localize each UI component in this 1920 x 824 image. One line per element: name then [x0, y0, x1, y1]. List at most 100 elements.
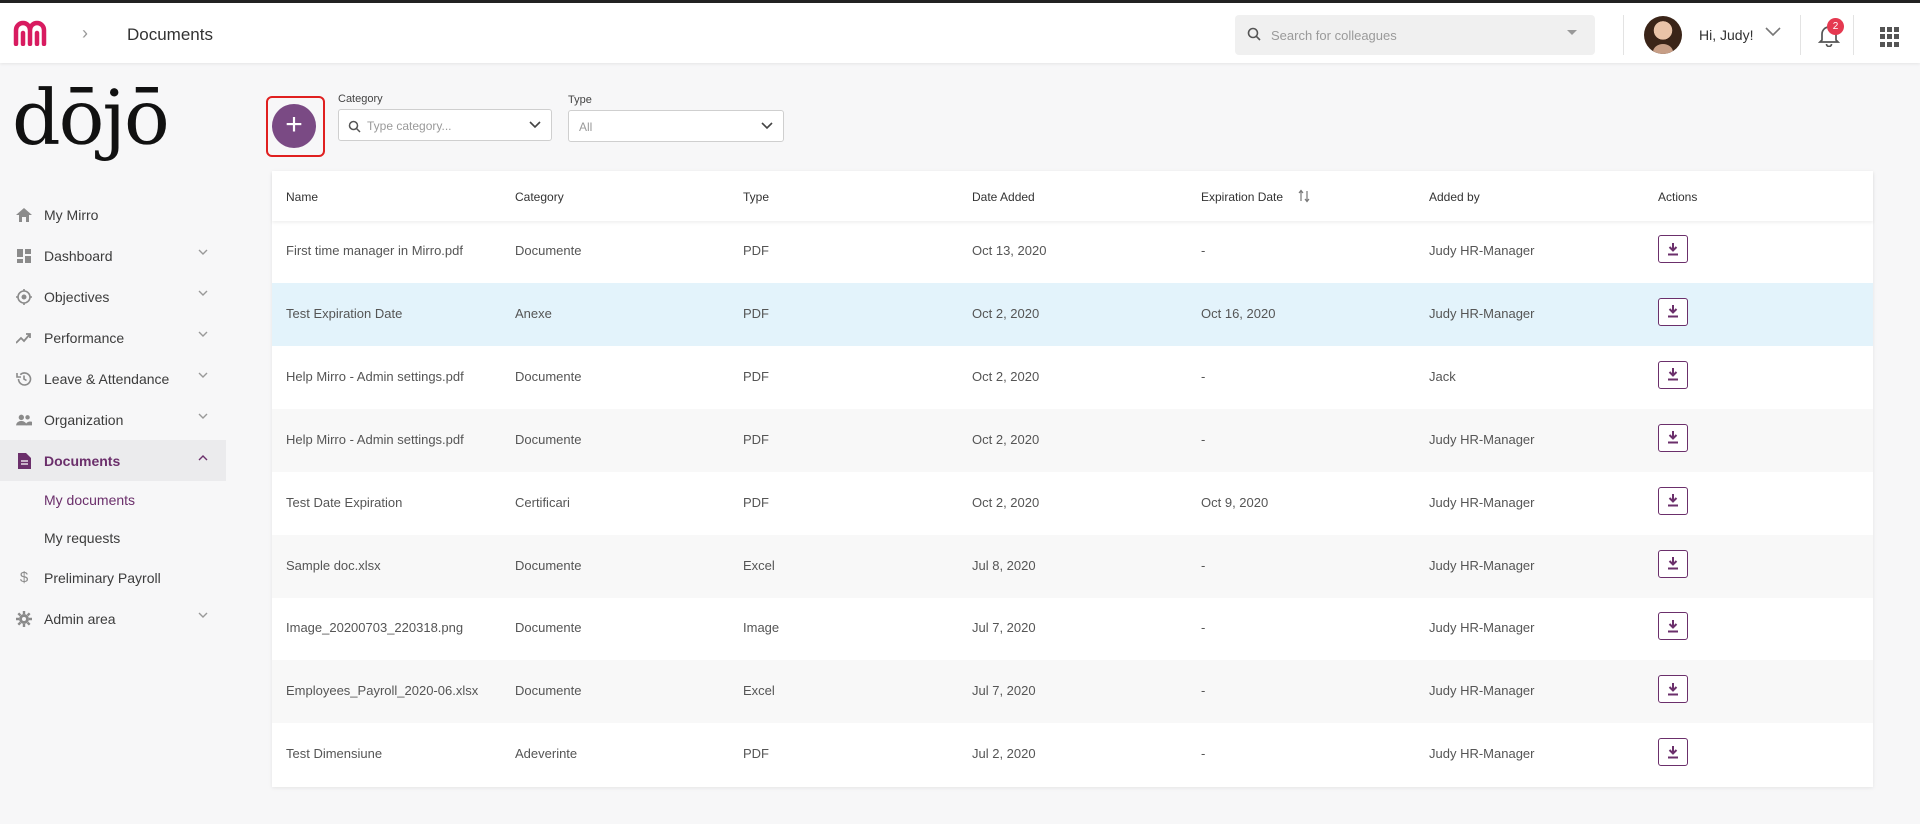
sidebar-subitem-my-documents[interactable]: My documents — [0, 481, 226, 519]
category-label: Category — [338, 93, 383, 105]
sidebar-item-label: Performance — [44, 329, 125, 346]
category-filter[interactable]: Type category... — [338, 109, 552, 141]
chevron-down-icon — [198, 413, 208, 419]
chevron-down-icon[interactable] — [529, 121, 541, 129]
table-header: Name Category Type Date Added Expiration… — [272, 171, 1873, 221]
cell-date-added: Oct 2, 2020 — [972, 431, 1040, 447]
column-header-expiration-date[interactable]: Expiration Date — [1201, 190, 1283, 204]
cell-type: PDF — [743, 746, 769, 762]
add-document-button[interactable]: + — [272, 104, 316, 148]
cell-type: PDF — [743, 431, 769, 447]
caret-down-icon[interactable] — [1567, 29, 1577, 37]
table-row[interactable]: Employees_Payroll_2020-06.xlsx Documente E… — [272, 660, 1873, 724]
download-button[interactable] — [1658, 360, 1688, 389]
download-button[interactable] — [1658, 612, 1688, 641]
sidebar-item-objectives[interactable]: Objectives — [0, 276, 226, 317]
cell-date-added: Oct 2, 2020 — [972, 305, 1040, 321]
chevron-down-icon[interactable] — [1765, 27, 1781, 37]
download-button[interactable] — [1658, 675, 1688, 704]
sidebar-nav: My Mirro Dashboard Objectives Performanc… — [0, 194, 226, 639]
app-logo-icon[interactable] — [13, 20, 49, 46]
brand-logo: dōjō — [12, 73, 170, 162]
table-row[interactable]: Sample doc.xlsx Documente Excel Jul 8, 2020… — [272, 534, 1873, 598]
download-button[interactable] — [1658, 423, 1688, 452]
cell-date-added: Jul 8, 2020 — [972, 557, 1036, 573]
gear-icon — [16, 610, 32, 627]
sidebar-item-label: Preliminary Payroll — [44, 569, 161, 586]
sidebar-item-label: Objectives — [44, 288, 110, 305]
column-header-added-by[interactable]: Added by — [1429, 190, 1480, 204]
table-row[interactable]: Image_20200703_220318.png Documente Image J… — [272, 597, 1873, 660]
cell-type: Excel — [743, 683, 775, 699]
cell-expiration-date: - — [1201, 683, 1206, 699]
column-header-date-added[interactable]: Date Added — [972, 190, 1035, 204]
document-icon — [16, 452, 32, 469]
cell-added-by: Judy HR-Manager — [1429, 243, 1535, 258]
documents-table: Name Category Type Date Added Expiration… — [272, 171, 1873, 787]
cell-name: Help Mirro - Admin settings.pdf — [286, 368, 464, 384]
cell-added-by: Judy HR-Manager — [1429, 557, 1535, 573]
target-icon — [16, 288, 32, 305]
cell-category: Documente — [515, 243, 582, 258]
cell-date-added: Oct 2, 2020 — [972, 494, 1040, 510]
cell-added-by: Judy HR-Manager — [1429, 305, 1535, 321]
sidebar-item-organization[interactable]: Organization — [0, 399, 226, 440]
cell-name: Image_20200703_220318.png — [286, 620, 464, 636]
avatar[interactable] — [1644, 16, 1682, 54]
notification-badge: 2 — [1827, 18, 1844, 35]
sidebar-item-dashboard[interactable]: Dashboard — [0, 235, 226, 276]
sidebar-item-label: My Mirro — [44, 206, 99, 223]
cell-added-by: Judy HR-Manager — [1429, 683, 1535, 699]
sidebar-item-label: Dashboard — [44, 247, 113, 264]
table-row[interactable]: Help Mirro - Admin settings.pdf Documente… — [272, 346, 1873, 409]
cell-type: PDF — [743, 494, 769, 510]
cell-name: Sample doc.xlsx — [286, 557, 381, 573]
cell-date-added: Jul 2, 2020 — [972, 746, 1036, 762]
cell-category: Documente — [515, 683, 582, 699]
download-button[interactable] — [1658, 235, 1688, 263]
sidebar-item-my-mirro[interactable]: My Mirro — [0, 194, 226, 235]
download-icon — [1668, 368, 1678, 381]
cell-added-by: Judy HR-Manager — [1429, 494, 1535, 510]
sidebar-item-documents[interactable]: Documents — [0, 440, 226, 481]
category-input[interactable]: Type category... — [367, 119, 452, 133]
sidebar-item-admin-area[interactable]: Admin area — [0, 598, 226, 639]
table-row[interactable]: Help Mirro - Admin settings.pdf Documente… — [272, 408, 1873, 472]
column-header-name[interactable]: Name — [286, 190, 318, 204]
chevron-down-icon[interactable] — [761, 122, 773, 130]
plus-icon: + — [285, 108, 303, 141]
cell-expiration-date: - — [1201, 431, 1206, 447]
breadcrumb-chevron-icon: › — [82, 23, 88, 43]
user-greeting[interactable]: Hi, Judy! — [1699, 27, 1753, 43]
column-header-category[interactable]: Category — [515, 190, 564, 204]
sort-icon[interactable] — [1298, 189, 1310, 203]
search-input[interactable]: Search for colleagues — [1271, 28, 1397, 43]
table-row[interactable]: Test Date Expiration Certificari PDF Oct 2,… — [272, 472, 1873, 535]
table-row[interactable]: First time manager in Mirro.pdf Documente… — [272, 220, 1873, 283]
table-row[interactable]: Test Expiration Date Anexe PDF Oct 2, 2020 O… — [272, 282, 1873, 346]
colleague-search[interactable]: Search for colleagues — [1235, 15, 1595, 55]
chevron-down-icon — [198, 612, 208, 618]
search-icon — [1247, 27, 1261, 41]
download-icon — [1668, 619, 1678, 633]
sidebar-item-performance[interactable]: Performance — [0, 317, 226, 358]
sidebar-item-leave-attendance[interactable]: Leave & Attendance — [0, 358, 226, 399]
cell-category: Certificari — [515, 494, 570, 510]
download-icon — [1668, 682, 1678, 696]
sidebar-item-label: Organization — [44, 411, 124, 428]
cell-expiration-date: - — [1201, 746, 1206, 762]
download-button[interactable] — [1658, 486, 1688, 515]
download-icon — [1668, 431, 1678, 444]
download-button[interactable] — [1658, 297, 1688, 326]
cell-expiration-date: - — [1201, 368, 1206, 384]
table-row[interactable]: Test Dimensiune Adeverinte PDF Jul 2, 2020 -… — [272, 723, 1873, 786]
sidebar-subitem-my-requests[interactable]: My requests — [0, 519, 226, 557]
download-button[interactable] — [1658, 738, 1688, 767]
download-button[interactable] — [1658, 549, 1688, 578]
type-select[interactable]: All — [568, 110, 784, 142]
sidebar-item-preliminary-payroll[interactable]: $ Preliminary Payroll — [0, 557, 226, 598]
column-header-type[interactable]: Type — [743, 190, 769, 204]
cell-expiration-date: - — [1201, 557, 1206, 573]
download-icon — [1668, 557, 1678, 570]
apps-grid-icon[interactable] — [1880, 27, 1900, 47]
